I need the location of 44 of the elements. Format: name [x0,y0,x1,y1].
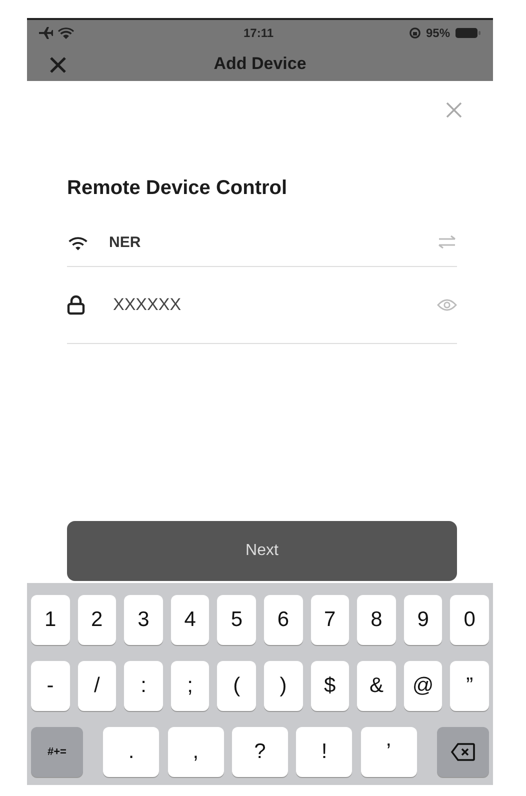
keyboard-key[interactable]: 4 [170,595,210,645]
lock-icon [67,295,85,315]
keyboard-key[interactable]: 8 [357,595,396,645]
password-field[interactable]: XXXXXX [113,295,409,315]
keyboard-key[interactable]: 1 [31,595,70,645]
wifi-name: NER [109,234,142,250]
wifi-icon [58,27,74,39]
keyboard-key[interactable]: ) [264,661,303,711]
keyboard-key[interactable]: . [103,727,160,777]
keyboard-key[interactable]: 6 [264,595,303,645]
rotation-lock-icon [408,27,421,39]
keyboard-key[interactable]: @ [404,661,442,711]
keyboard-key[interactable]: 9 [404,595,442,645]
keyboard-key[interactable]: : [124,661,163,711]
keyboard-key[interactable]: & [357,661,396,711]
next-button[interactable]: Next [67,521,457,581]
nav-title: Add Device [214,54,306,74]
symbols-key[interactable]: #+= [31,727,83,777]
delete-key[interactable] [436,727,489,777]
keyboard-key[interactable]: ( [217,661,256,711]
eye-icon[interactable] [437,299,457,311]
battery-icon [455,27,481,39]
backspace-icon [450,743,475,761]
keyboard-key[interactable]: 5 [217,595,256,645]
keyboard-key[interactable]: , [168,727,224,777]
airplane-icon [39,27,53,39]
swap-icon[interactable] [437,235,457,249]
keyboard-key[interactable]: 3 [124,595,163,645]
close-icon[interactable] [445,101,463,119]
battery-percent: 95% [426,26,450,40]
keyboard-key[interactable]: ’ [360,727,417,777]
keyboard-key[interactable]: - [31,661,70,711]
keyboard-key[interactable]: ? [232,727,288,777]
keyboard-key[interactable]: ; [170,661,210,711]
keyboard-key[interactable]: ” [450,661,489,711]
keyboard-key[interactable]: / [78,661,116,711]
keyboard-key[interactable]: 7 [310,595,350,645]
keyboard-key[interactable]: ! [296,727,352,777]
sheet-title: Remote Device Control [67,177,288,200]
close-icon[interactable] [49,56,67,74]
keyboard-key[interactable]: 0 [450,595,489,645]
status-time: 17:11 [243,26,274,40]
keyboard-key[interactable]: $ [310,661,350,711]
keyboard-key[interactable]: 2 [78,595,116,645]
